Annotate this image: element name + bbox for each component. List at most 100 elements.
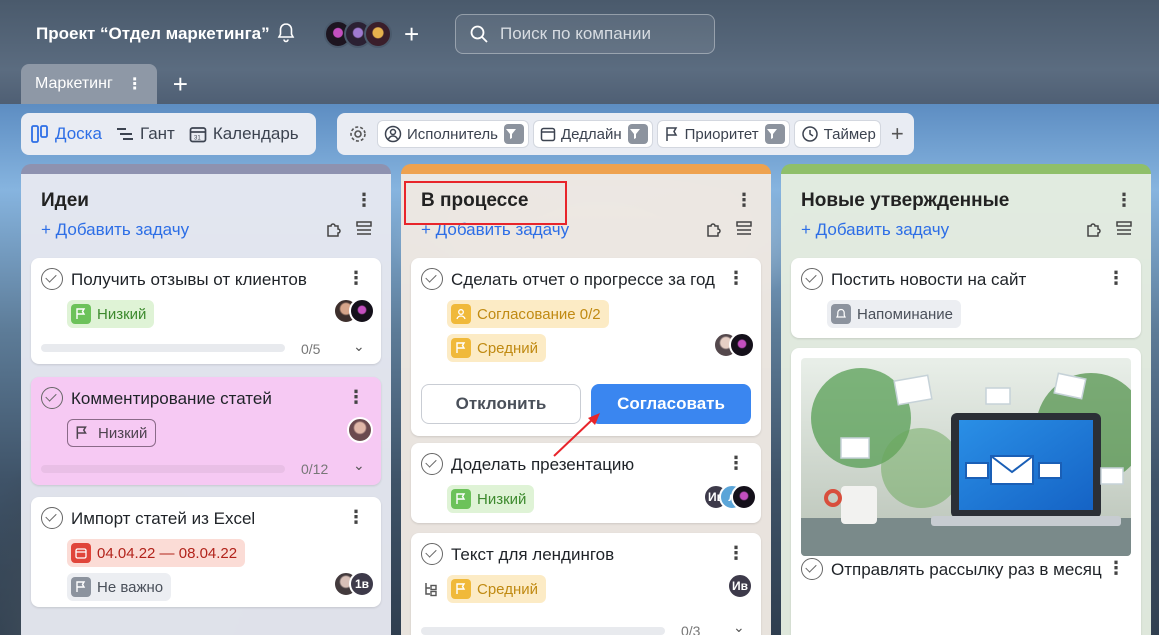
add-task-button[interactable]: + Добавить задачу bbox=[801, 220, 949, 240]
chevron-down-icon[interactable]: ⌄ bbox=[733, 619, 745, 635]
subtask-count: 0/3 bbox=[681, 623, 701, 635]
task-card[interactable]: Комментирование статей ⋮ Низкий 0/12 ⌄ bbox=[31, 377, 381, 485]
reminder-tag[interactable]: Напоминание bbox=[827, 300, 961, 328]
add-task-button[interactable]: + Добавить задачу bbox=[41, 220, 189, 240]
task-card[interactable]: Отправлять рассылку раз в месяц ⋮ bbox=[791, 348, 1141, 635]
project-members[interactable] bbox=[324, 20, 392, 48]
check-icon[interactable] bbox=[41, 387, 63, 409]
chevron-down-icon[interactable]: ⌄ bbox=[353, 457, 365, 474]
card-menu-icon[interactable]: ⋮ bbox=[347, 268, 365, 289]
filter-assignee[interactable]: Исполнитель bbox=[377, 120, 529, 148]
priority-tag[interactable]: Низкий bbox=[67, 419, 157, 447]
filter-label: Дедлайн bbox=[560, 125, 622, 143]
column-tools bbox=[313, 220, 373, 238]
puzzle-icon[interactable] bbox=[1085, 220, 1103, 238]
task-title: Постить новости на сайт bbox=[831, 270, 1027, 289]
email-illustration bbox=[801, 358, 1131, 556]
column-new-approved: Новые утвержденные ⋮ + Добавить задачу П… bbox=[781, 164, 1151, 635]
priority-tag[interactable]: Не важно bbox=[67, 573, 172, 601]
column-menu-icon[interactable]: ⋮ bbox=[1115, 190, 1133, 211]
add-filter-button[interactable]: + bbox=[891, 121, 904, 147]
puzzle-icon[interactable] bbox=[325, 220, 343, 238]
task-title: Получить отзывы от клиентов bbox=[71, 270, 307, 289]
check-icon[interactable] bbox=[421, 453, 443, 475]
settings-button[interactable] bbox=[345, 121, 371, 147]
calendar-icon bbox=[540, 127, 556, 142]
highlight-box bbox=[404, 181, 567, 225]
card-menu-icon[interactable]: ⋮ bbox=[1107, 268, 1125, 289]
funnel-icon[interactable] bbox=[627, 124, 648, 144]
funnel-icon[interactable] bbox=[503, 124, 524, 144]
column-menu-icon[interactable]: ⋮ bbox=[735, 190, 753, 211]
filter-deadline[interactable]: Дедлайн bbox=[532, 120, 653, 148]
add-member-button[interactable]: + bbox=[404, 20, 419, 48]
task-card[interactable]: Импорт статей из Excel ⋮ 04.04.22 — 08.0… bbox=[31, 497, 381, 607]
view-calendar[interactable]: 31 Календарь bbox=[189, 124, 299, 144]
avatar: Ив bbox=[727, 573, 753, 599]
task-title: Отправлять рассылку раз в месяц bbox=[831, 560, 1102, 579]
check-icon[interactable] bbox=[801, 268, 823, 290]
date-tag[interactable]: 04.04.22 — 08.04.22 bbox=[67, 539, 246, 567]
task-card[interactable]: Постить новости на сайт ⋮ Напоминание bbox=[791, 258, 1141, 338]
priority-tag[interactable]: Средний bbox=[447, 575, 546, 603]
flag-icon bbox=[71, 304, 91, 324]
card-menu-icon[interactable]: ⋮ bbox=[727, 543, 745, 564]
view-calendar-label: Календарь bbox=[212, 124, 299, 143]
column-title: Новые утвержденные bbox=[801, 190, 1010, 211]
bell-icon bbox=[831, 304, 851, 324]
calendar-icon: 31 bbox=[189, 127, 207, 143]
check-icon[interactable] bbox=[41, 507, 63, 529]
view-gantt[interactable]: Гант bbox=[116, 124, 175, 144]
progress-bar bbox=[41, 344, 285, 352]
check-icon[interactable] bbox=[41, 268, 63, 290]
filter-priority[interactable]: Приоритет bbox=[656, 120, 790, 148]
funnel-icon[interactable] bbox=[764, 124, 785, 144]
search-input[interactable]: Поиск по компании bbox=[455, 14, 715, 54]
check-icon[interactable] bbox=[421, 268, 443, 290]
card-menu-icon[interactable]: ⋮ bbox=[347, 507, 365, 528]
flag-icon bbox=[665, 127, 677, 141]
add-tab-button[interactable]: + bbox=[173, 71, 188, 97]
progress-bar bbox=[41, 465, 285, 473]
tab-marketing[interactable]: Маркетинг ⋮ bbox=[21, 64, 157, 104]
priority-tag[interactable]: Низкий bbox=[447, 485, 535, 513]
column-color-bar bbox=[21, 164, 391, 174]
column-menu-icon[interactable]: ⋮ bbox=[355, 190, 373, 211]
check-icon[interactable] bbox=[801, 558, 823, 580]
filter-label: Приоритет bbox=[684, 125, 759, 143]
arrow-annotation bbox=[553, 413, 600, 457]
approve-button[interactable]: Согласовать bbox=[591, 384, 751, 424]
task-card[interactable]: Получить отзывы от клиентов ⋮ Низкий 0/5… bbox=[31, 258, 381, 364]
card-menu-icon[interactable]: ⋮ bbox=[727, 453, 745, 474]
chevron-down-icon[interactable]: ⌄ bbox=[353, 338, 365, 355]
template-icon[interactable] bbox=[1115, 220, 1133, 238]
avatar bbox=[349, 298, 375, 324]
check-icon[interactable] bbox=[421, 543, 443, 565]
column-color-bar bbox=[781, 164, 1151, 174]
card-menu-icon[interactable]: ⋮ bbox=[347, 387, 365, 408]
top-header: Проект “Отдел маркетинга” + Поиск по ком… bbox=[0, 0, 1159, 104]
task-card[interactable]: Текст для лендингов ⋮ Средний Ив 0/3 ⌄ bbox=[411, 533, 761, 635]
gantt-icon bbox=[116, 128, 133, 140]
column-color-bar bbox=[401, 164, 771, 174]
svg-text:31: 31 bbox=[194, 136, 201, 142]
flag-icon bbox=[72, 423, 92, 443]
template-icon[interactable] bbox=[355, 220, 373, 238]
gear-icon bbox=[350, 126, 366, 142]
timer-icon bbox=[801, 126, 818, 142]
priority-tag[interactable]: Низкий bbox=[67, 300, 155, 328]
bell-icon[interactable] bbox=[276, 22, 296, 44]
avatar bbox=[347, 417, 373, 443]
tab-menu-icon[interactable]: ⋮ bbox=[127, 74, 143, 94]
flag-icon bbox=[71, 577, 91, 597]
template-icon[interactable] bbox=[735, 220, 753, 238]
card-menu-icon[interactable]: ⋮ bbox=[1107, 558, 1125, 579]
card-menu-icon[interactable]: ⋮ bbox=[727, 268, 745, 289]
filter-timer[interactable]: Таймер bbox=[793, 120, 881, 148]
view-board[interactable]: Доска bbox=[31, 124, 102, 144]
approval-tag[interactable]: Согласование 0/2 bbox=[447, 300, 609, 328]
priority-tag[interactable]: Средний bbox=[447, 334, 546, 362]
tab-label: Маркетинг bbox=[35, 75, 113, 92]
puzzle-icon[interactable] bbox=[705, 220, 723, 238]
column-tools bbox=[693, 220, 753, 238]
